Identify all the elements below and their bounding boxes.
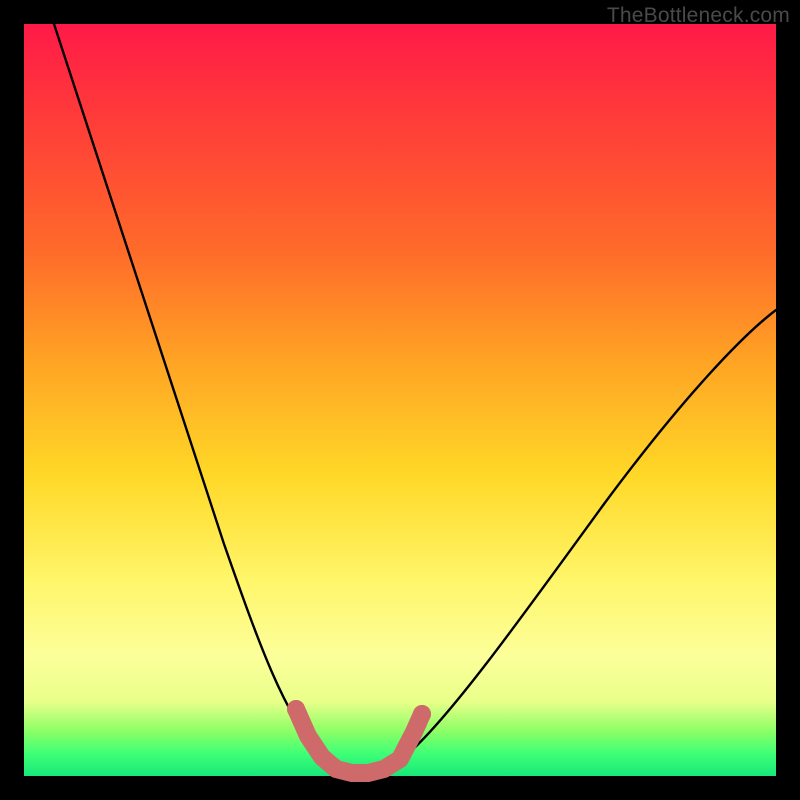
- bottleneck-curve: [54, 24, 776, 773]
- flat-bottom-highlight: [296, 709, 422, 773]
- highlight-dot-end: [413, 705, 431, 723]
- curve-layer: [24, 24, 776, 776]
- watermark-text: TheBottleneck.com: [607, 4, 790, 28]
- plot-area: [24, 24, 776, 776]
- highlight-dot-start: [287, 700, 305, 718]
- chart-frame: TheBottleneck.com: [0, 0, 800, 800]
